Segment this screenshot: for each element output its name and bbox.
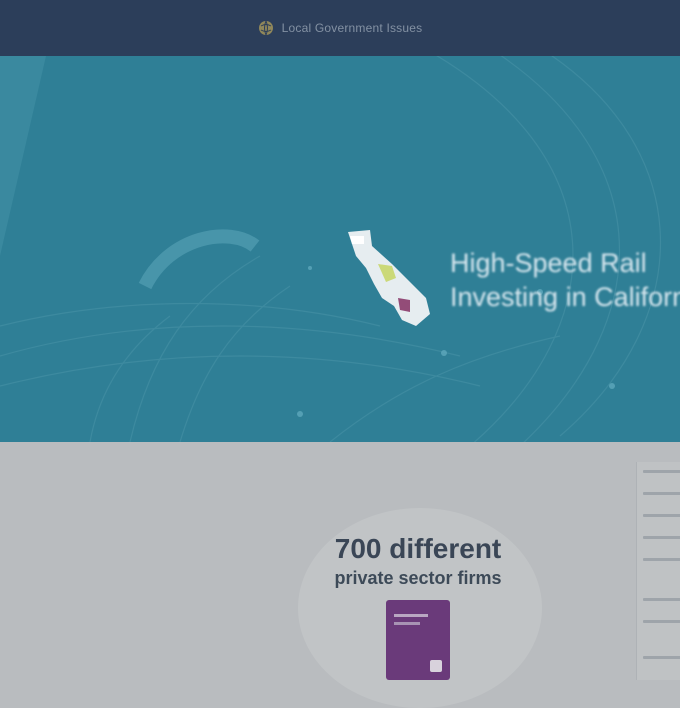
top-banner: Local Government Issues: [0, 0, 680, 56]
product-badge-icon: [430, 660, 442, 672]
hero-title-line-1: High-Speed Rail: [450, 248, 647, 278]
feature-subtitle: private sector firms: [334, 568, 502, 588]
sidebar-line: [643, 558, 680, 561]
top-banner-text: Local Government Issues: [281, 21, 423, 35]
california-map-icon: [348, 230, 430, 326]
sidebar-line: [643, 470, 680, 473]
right-sidebar[interactable]: [636, 462, 680, 680]
hero-banner: High-Speed Rail Investing in California: [0, 56, 680, 442]
content-section: 700 different private sector firms: [0, 442, 680, 708]
sidebar-line: [643, 620, 680, 623]
sidebar-line: [643, 492, 680, 495]
hero-title: High-Speed Rail Investing in California: [450, 246, 680, 314]
sidebar-line: [643, 514, 680, 517]
sidebar-line: [643, 536, 680, 539]
product-image: [386, 600, 450, 680]
hero-title-line-2: Investing in California: [450, 282, 680, 312]
sidebar-line: [643, 598, 680, 601]
product-label-line: [394, 622, 420, 625]
globe-icon: [258, 20, 273, 36]
feature-title: 700 different: [334, 533, 502, 564]
top-banner-content[interactable]: Local Government Issues: [258, 20, 423, 36]
product-label-line: [394, 614, 428, 617]
sidebar-line: [643, 656, 680, 659]
